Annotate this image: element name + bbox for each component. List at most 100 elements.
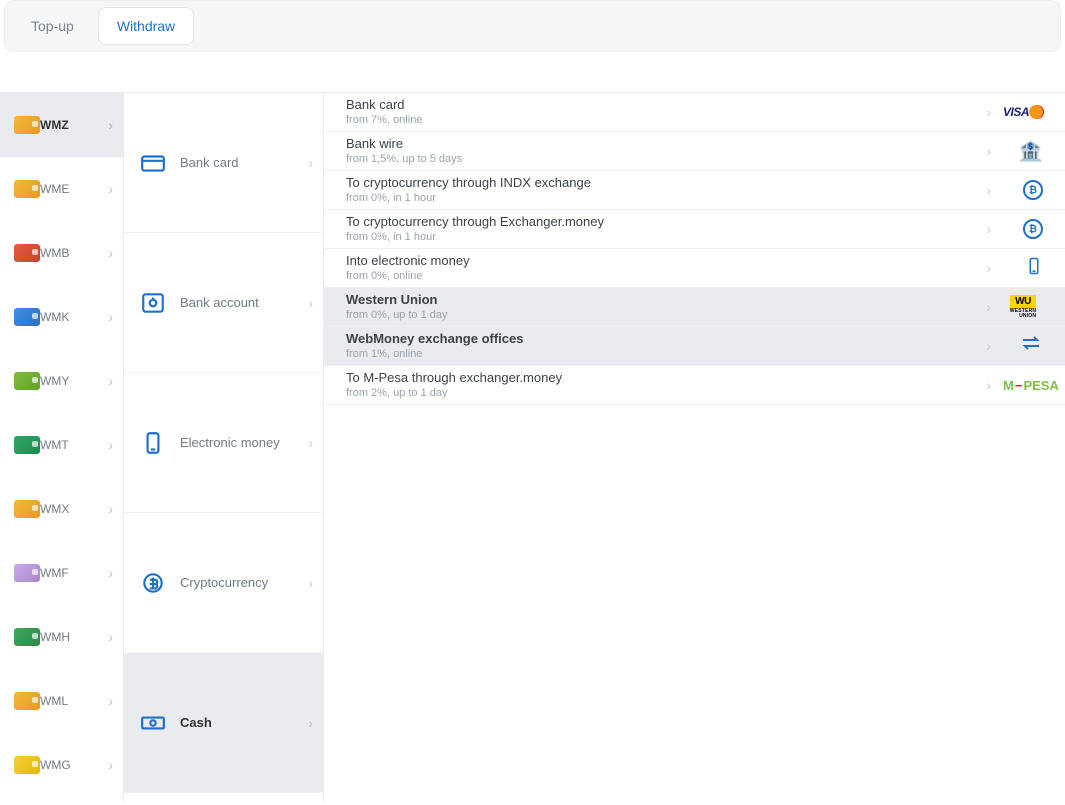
method-row[interactable]: To M-Pesa through exchanger.moneyfrom 2%… [324,366,1065,405]
category-item-emoney[interactable]: Electronic money › [124,373,323,513]
wallet-icon [14,756,40,774]
method-row[interactable]: Into electronic moneyfrom 0%, online› [324,249,1065,288]
category-label: Bank account [180,295,259,310]
exchange-icon [1019,335,1043,357]
method-row[interactable]: WebMoney exchange officesfrom 1%, online… [324,327,1065,366]
category-item-crypto[interactable]: Cryptocurrency › [124,513,323,653]
currency-code: WML [40,694,68,708]
phone-icon [1025,261,1043,281]
method-title: Into electronic money [346,253,986,269]
wallet-icon [14,180,40,198]
method-subtitle: from 1,5%, up to 5 days [346,152,986,166]
currency-item-wmz[interactable]: WMZ › [0,93,123,157]
currency-item-wmx[interactable]: WMX› [0,477,123,541]
method-title: Bank wire [346,136,986,152]
category-item-cash[interactable]: Cash › [124,653,323,793]
wallet-icon [14,500,40,518]
chevron-right-icon: › [108,309,113,325]
chevron-right-icon: › [108,373,113,389]
chevron-right-icon: › [308,155,313,171]
chevron-right-icon: › [308,295,313,311]
currency-item-wmb[interactable]: WMB› [0,221,123,285]
category-item-bankacct[interactable]: Bank account › [124,233,323,373]
currency-code: WMG [40,758,71,772]
chevron-right-icon: › [108,117,113,133]
chevron-right-icon: › [986,104,991,120]
currency-item-wmh[interactable]: WMH › [0,605,123,669]
methods-list: Bank cardfrom 7%, online›VISABank wirefr… [324,93,1065,802]
category-label: Electronic money [180,435,280,450]
mpesa-icon: M−PESA [1003,378,1043,393]
chevron-right-icon: › [108,629,113,645]
currency-code: WMH [40,630,70,644]
currency-item-wmy[interactable]: WMY › [0,349,123,413]
cash-icon [140,710,166,736]
chevron-right-icon: › [986,299,991,315]
method-title: Bank card [346,97,986,113]
category-label: Cash [180,715,212,730]
currency-item-wmt[interactable]: WMT› [0,413,123,477]
method-subtitle: from 2%, up to 1 day [346,386,986,400]
phone-icon [140,430,166,456]
chevron-right-icon: › [986,338,991,354]
currency-code: WMB [40,246,69,260]
currency-code: WMY [40,374,69,388]
category-label: Cryptocurrency [180,575,268,590]
main-panel: WMZ›WME›WMB›WMK›WMY›WMT›WMX›WMF›WMH›WML›… [0,92,1065,802]
method-title: Western Union [346,292,986,308]
tab-bar: Top-up Withdraw [4,0,1061,52]
chevron-right-icon: › [986,377,991,393]
method-row[interactable]: To cryptocurrency through Exchanger.mone… [324,210,1065,249]
method-subtitle: from 7%, online [346,113,986,127]
currency-item-wme[interactable]: WME› [0,157,123,221]
currency-code: WMX [40,502,69,516]
method-subtitle: from 1%, online [346,347,986,361]
method-row[interactable]: To cryptocurrency through INDX exchangef… [324,171,1065,210]
currency-item-wmf[interactable]: WMF› [0,541,123,605]
visa-mastercard-icon: VISA [1003,105,1043,119]
method-subtitle: from 0%, up to 1 day [346,308,986,322]
chevron-right-icon: › [308,575,313,591]
western-union-icon: WUWESTERNUNION [1003,295,1043,319]
chevron-right-icon: › [108,757,113,773]
chevron-right-icon: › [308,715,313,731]
currency-item-wmg[interactable]: WMG › [0,733,123,797]
safe-icon [140,290,166,316]
wallet-icon [14,116,40,134]
method-title: To M-Pesa through exchanger.money [346,370,986,386]
crypto-icon: ₿ [1023,180,1043,200]
wallet-icon [14,244,40,262]
crypto-icon [140,570,166,596]
method-subtitle: from 0%, in 1 hour [346,191,986,205]
currency-sidebar: WMZ›WME›WMB›WMK›WMY›WMT›WMX›WMF›WMH›WML›… [0,93,124,802]
tab-withdraw[interactable]: Withdraw [98,7,194,45]
method-row[interactable]: Bank wirefrom 1,5%, up to 5 days› 🏦 [324,132,1065,171]
method-title: WebMoney exchange offices [346,331,986,347]
method-row[interactable]: Bank cardfrom 7%, online› VISA [324,93,1065,132]
currency-item-wml[interactable]: WML › [0,669,123,733]
chevron-right-icon: › [986,143,991,159]
chevron-right-icon: › [108,181,113,197]
tab-topup[interactable]: Top-up [13,8,92,44]
category-label: Bank card [180,155,239,170]
bank-icon: 🏦 [1018,141,1043,163]
category-sidebar: Bank card › Bank account › Electronic money ›… [124,93,324,802]
method-subtitle: from 0%, online [346,269,986,283]
chevron-right-icon: › [108,437,113,453]
wallet-icon [14,372,40,390]
wallet-icon [14,308,40,326]
wallet-icon [14,692,40,710]
crypto-icon: ₿ [1023,219,1043,239]
chevron-right-icon: › [108,693,113,709]
method-subtitle: from 0%, in 1 hour [346,230,986,244]
wallet-icon [14,564,40,582]
currency-code: WMK [40,310,69,324]
chevron-right-icon: › [986,182,991,198]
currency-item-wmk[interactable]: WMK › [0,285,123,349]
method-row[interactable]: Western Unionfrom 0%, up to 1 day› WUWEST… [324,288,1065,327]
category-item-bankcard[interactable]: Bank card › [124,93,323,233]
currency-code: WMZ [40,118,69,132]
card-icon [140,150,166,176]
chevron-right-icon: › [308,435,313,451]
wallet-icon [14,436,40,454]
